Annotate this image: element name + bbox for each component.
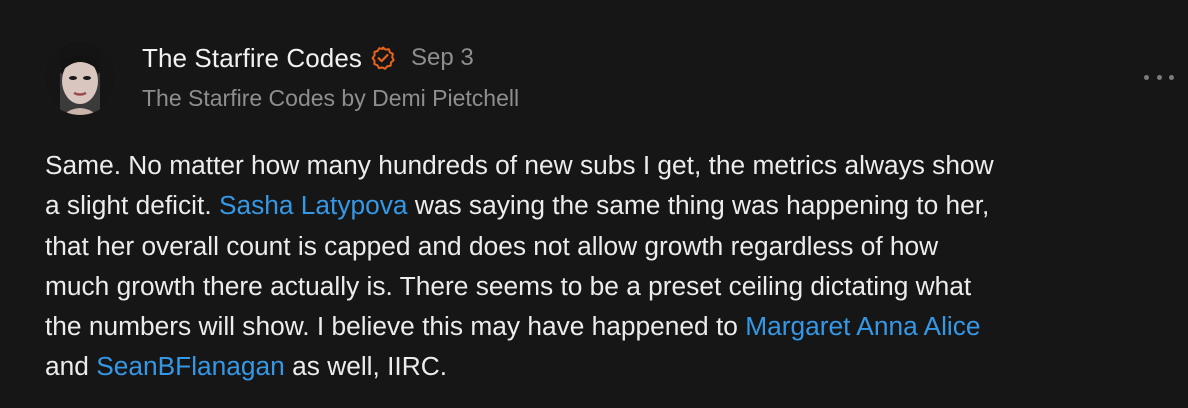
publication-byline[interactable]: The Starfire Codes by Demi Pietchell	[142, 85, 519, 112]
name-row: The Starfire Codes Sep 3	[142, 40, 519, 76]
comment-card: The Starfire Codes Sep 3 The Starfire Co…	[0, 0, 1188, 408]
body-text: Same. No matter how many hundreds of new…	[45, 150, 994, 180]
mention-link[interactable]: SeanBFlanagan	[96, 351, 285, 381]
body-line: Same. No matter how many hundreds of new…	[45, 145, 1170, 185]
comment-header: The Starfire Codes Sep 3 The Starfire Co…	[142, 40, 519, 120]
mention-link[interactable]: Sasha Latypova	[219, 190, 408, 220]
body-line: a slight deficit. Sasha Latypova was say…	[45, 185, 1170, 225]
more-dot	[1144, 74, 1149, 80]
body-text: much growth there actually is. There see…	[45, 270, 972, 301]
author-avatar[interactable]	[43, 41, 117, 115]
comment-body: Same. No matter how many hundreds of new…	[45, 145, 1170, 387]
more-options-icon[interactable]	[1144, 70, 1174, 84]
body-line: the numbers will show. I believe this ma…	[45, 306, 1170, 346]
body-text: a slight deficit.	[45, 190, 219, 221]
body-text: as well, IIRC.	[284, 351, 448, 382]
body-text: the numbers will show. I believe this ma…	[45, 311, 746, 342]
verified-check-icon	[371, 46, 395, 70]
body-line: that her overall count is capped and doe…	[45, 226, 1170, 266]
body-text: and	[45, 351, 97, 382]
more-dot	[1169, 74, 1174, 80]
body-line: much growth there actually is. There see…	[45, 266, 1170, 306]
comment-timestamp[interactable]: Sep 3	[411, 44, 474, 72]
mention-link[interactable]: Margaret Anna Alice	[745, 311, 980, 341]
body-line: and SeanBFlanagan as well, IIRC.	[45, 346, 1170, 386]
body-text: was saying the same thing was happening …	[407, 190, 990, 221]
body-text: that her overall count is capped and doe…	[45, 230, 939, 261]
more-dot	[1156, 74, 1162, 80]
author-name[interactable]: The Starfire Codes	[142, 43, 362, 74]
avatar-portrait-icon	[43, 41, 117, 115]
